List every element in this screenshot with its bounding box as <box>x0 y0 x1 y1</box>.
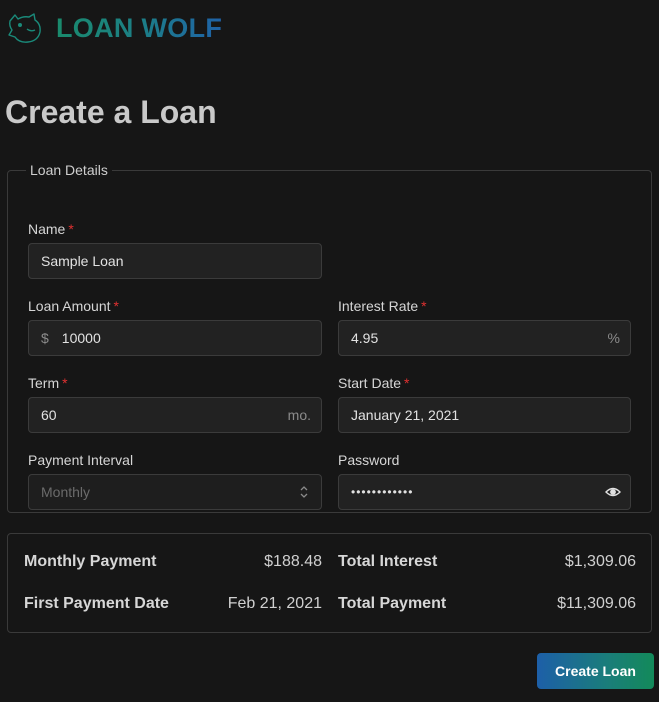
required-marker: * <box>62 375 68 391</box>
first-payment-date-value: Feb 21, 2021 <box>227 595 322 612</box>
total-interest-value: $1,309.06 <box>564 553 636 570</box>
payment-interval-field: Payment Interval Monthly <box>28 452 322 510</box>
term-input[interactable]: 60 mo. <box>28 397 322 433</box>
name-value: Sample Loan <box>41 253 124 269</box>
loan-amount-value: 10000 <box>61 330 101 346</box>
password-value: •••••••••••• <box>351 485 414 499</box>
first-payment-date-label: First Payment Date <box>24 595 169 612</box>
required-marker: * <box>404 375 410 391</box>
interest-rate-label: Interest Rate * <box>338 298 427 314</box>
interest-rate-field: Interest Rate * 4.95 % <box>338 298 631 356</box>
required-marker: * <box>68 221 74 237</box>
page-title: Create a Loan <box>5 94 217 130</box>
password-label: Password <box>338 452 400 468</box>
monthly-payment-value: $188.48 <box>264 553 322 570</box>
payment-interval-label: Payment Interval <box>28 452 134 468</box>
months-suffix: mo. <box>287 407 311 423</box>
loan-amount-input[interactable]: $ 10000 <box>28 320 322 356</box>
create-loan-button[interactable]: Create Loan <box>537 653 654 689</box>
monthly-payment-label: Monthly Payment <box>24 553 157 570</box>
term-label: Term * <box>28 375 68 391</box>
interest-rate-input[interactable]: 4.95 % <box>338 320 631 356</box>
payment-interval-value: Monthly <box>41 484 91 500</box>
eye-icon[interactable] <box>605 485 621 499</box>
percent-suffix: % <box>607 330 620 346</box>
term-field: Term * 60 mo. <box>28 375 322 433</box>
password-input[interactable]: •••••••••••• <box>338 474 631 510</box>
name-label: Name * <box>28 221 74 237</box>
password-field: Password •••••••••••• <box>338 452 631 510</box>
start-date-input[interactable]: January 21, 2021 <box>338 397 631 433</box>
name-input[interactable]: Sample Loan <box>28 243 322 279</box>
term-value: 60 <box>41 407 57 423</box>
loan-amount-field: Loan Amount * $ 10000 <box>28 298 322 356</box>
loan-details-fieldset: Loan Details Name * Sample Loan Loan Amou… <box>7 162 652 513</box>
name-field: Name * Sample Loan <box>28 221 322 279</box>
total-interest-label: Total Interest <box>338 553 438 570</box>
start-date-value: January 21, 2021 <box>351 407 460 423</box>
total-payment-label: Total Payment <box>338 595 447 612</box>
loan-details-legend: Loan Details <box>30 162 108 178</box>
loan-amount-label: Loan Amount * <box>28 298 119 314</box>
brand-name: LOAN WOLF <box>56 12 223 43</box>
total-payment-value: $11,309.06 <box>557 595 636 612</box>
app-header: LOAN WOLF <box>7 10 222 46</box>
required-marker: * <box>421 298 427 314</box>
currency-prefix: $ <box>41 330 49 346</box>
select-chevrons-icon <box>300 486 308 498</box>
wolf-logo-icon <box>8 13 41 43</box>
start-date-field: Start Date * January 21, 2021 <box>338 375 631 433</box>
interest-rate-value: 4.95 <box>351 330 379 346</box>
start-date-label: Start Date * <box>338 375 410 391</box>
payment-interval-select[interactable]: Monthly <box>28 474 322 510</box>
required-marker: * <box>113 298 119 314</box>
loan-summary-panel: Monthly Payment $188.48 Total Interest $… <box>7 533 652 633</box>
